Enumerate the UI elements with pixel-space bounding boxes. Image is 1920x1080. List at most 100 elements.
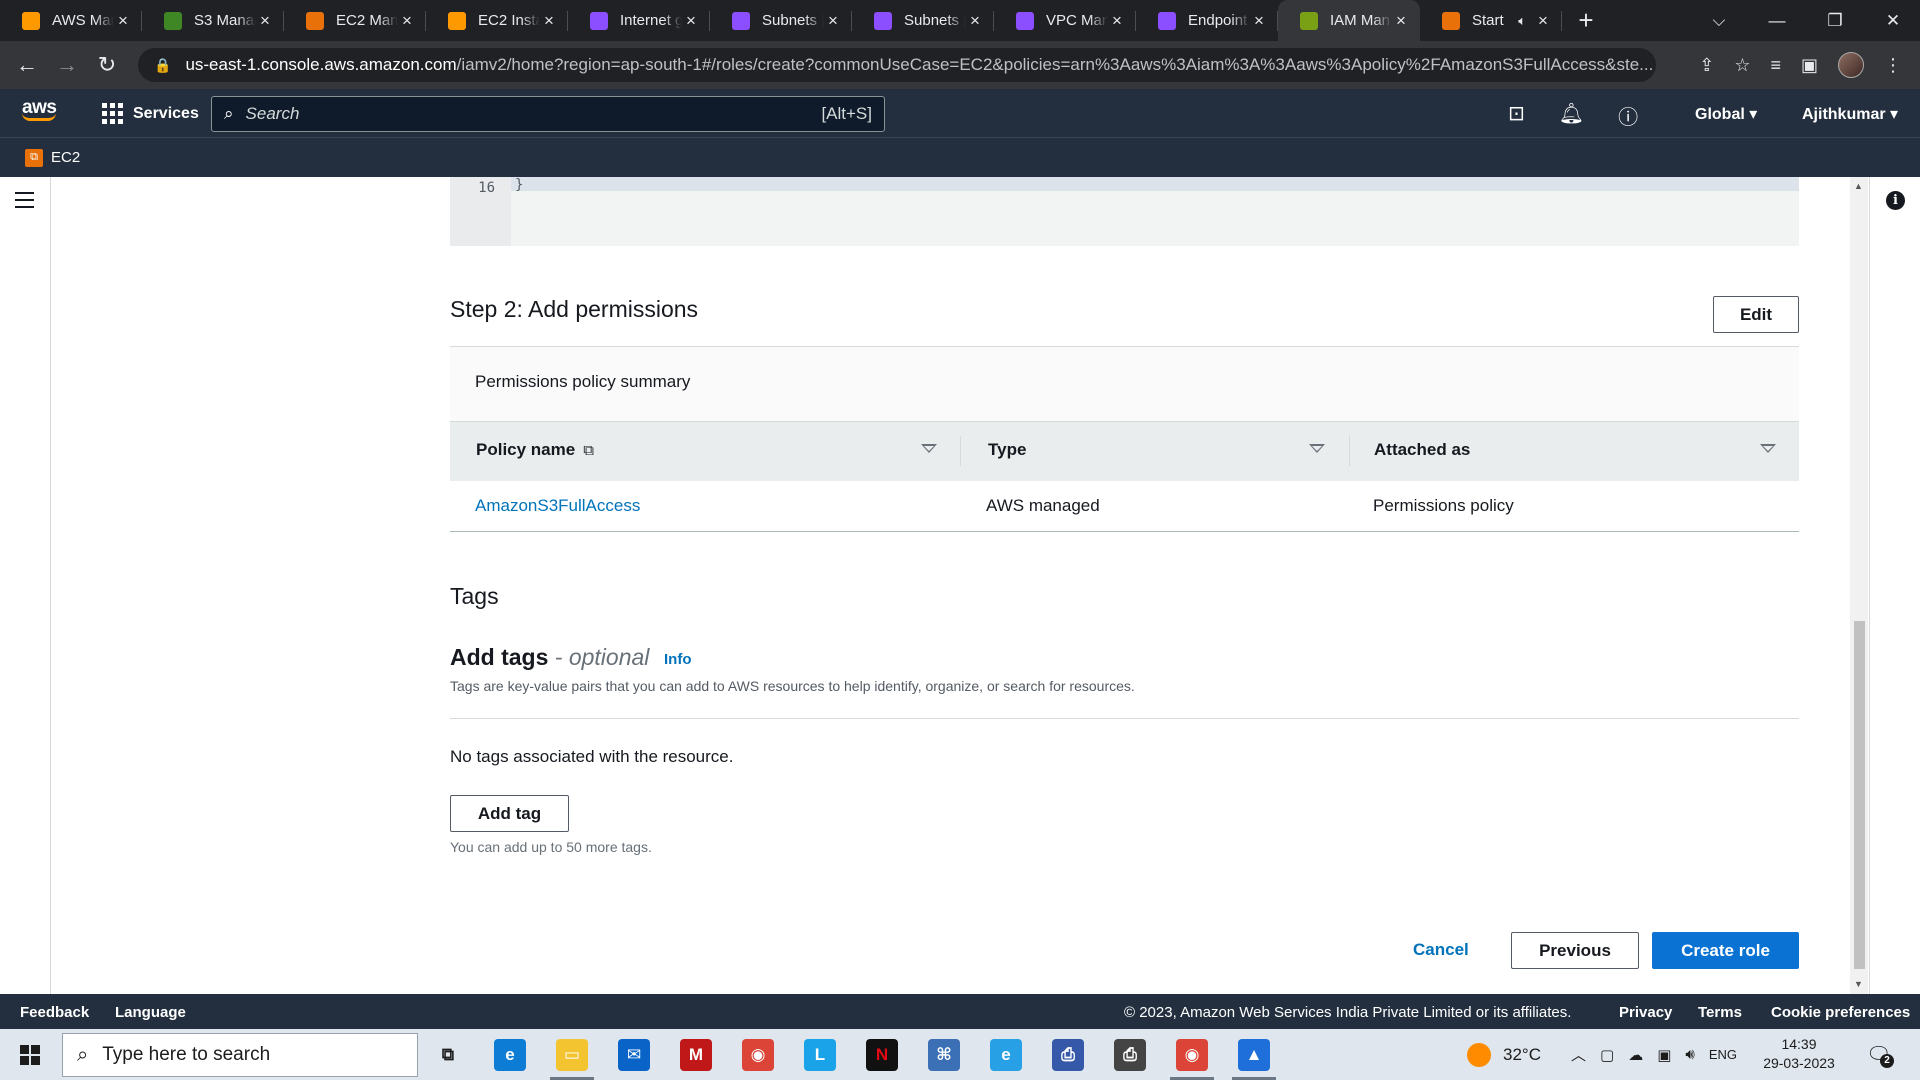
browser-tab[interactable]: Endpoint × <box>1136 0 1278 41</box>
network-app-icon[interactable]: ⌘ <box>928 1039 960 1071</box>
close-tab-icon[interactable]: × <box>114 11 132 31</box>
tags-info-link[interactable]: Info <box>664 651 692 668</box>
browser-tab[interactable]: VPC Man × <box>994 0 1136 41</box>
close-tab-icon[interactable]: × <box>682 11 700 31</box>
close-tab-icon[interactable]: × <box>1392 11 1410 31</box>
network-icon[interactable]: ☁ <box>1628 1046 1643 1064</box>
column-header-attached-as[interactable]: Attached as <box>1374 440 1470 460</box>
close-window-button[interactable]: ✕ <box>1864 11 1920 31</box>
input-language[interactable]: ENG <box>1709 1047 1737 1062</box>
notification-center-icon[interactable]: 🗨︎ 2 <box>1866 1042 1894 1068</box>
notifications-bell-icon[interactable]: 🔔︎ <box>1559 101 1584 130</box>
netflix-icon[interactable]: N <box>866 1039 898 1071</box>
taskbar-search-input[interactable]: ⌕ Type here to search <box>62 1033 418 1077</box>
terms-link[interactable]: Terms <box>1698 1004 1742 1021</box>
close-tab-icon[interactable]: × <box>540 11 558 31</box>
browser-tab[interactable]: Start 🔈︎ × <box>1420 0 1562 41</box>
sort-caret-icon[interactable] <box>1760 444 1776 453</box>
close-tab-icon[interactable]: × <box>1250 11 1268 31</box>
device-icon[interactable]: ▢ <box>1600 1046 1614 1064</box>
weather-widget[interactable]: 32°C <box>1467 1029 1541 1080</box>
close-tab-icon[interactable]: × <box>824 11 842 31</box>
side-panel-icon[interactable]: ▣ <box>1801 55 1818 76</box>
policy-name-link[interactable]: AmazonS3FullAccess <box>475 496 640 516</box>
mcafee-icon[interactable]: M <box>680 1039 712 1071</box>
edge-icon[interactable]: e <box>494 1039 526 1071</box>
close-tab-icon[interactable]: × <box>1108 11 1126 31</box>
url-field[interactable]: 🔒 us-east-1.console.aws.amazon.com/iamv2… <box>138 48 1656 82</box>
display-icon[interactable]: ▣ <box>1657 1046 1671 1064</box>
sort-caret-icon[interactable] <box>1309 444 1325 453</box>
close-tab-icon[interactable]: × <box>966 11 984 31</box>
back-icon[interactable]: ← <box>7 52 47 78</box>
windows-start-icon[interactable] <box>20 1045 40 1065</box>
column-header-type[interactable]: Type <box>988 440 1026 460</box>
policy-json-editor[interactable]: 16 } <box>450 177 1799 246</box>
task-view-icon[interactable]: ⧉ <box>432 1039 464 1071</box>
reading-list-icon[interactable]: ≡ <box>1770 55 1781 76</box>
page-scrollbar[interactable]: ▲ ▼ <box>1850 177 1868 994</box>
restore-button[interactable]: ❐ <box>1806 11 1864 31</box>
cancel-button[interactable]: Cancel <box>1413 940 1469 960</box>
printer-app-icon[interactable]: ⎙ <box>1114 1039 1146 1071</box>
share-icon[interactable]: ⇪ <box>1699 55 1714 76</box>
tab-audio-icon[interactable]: 🔈︎ <box>1518 13 1526 29</box>
close-tab-icon[interactable]: × <box>1534 11 1552 31</box>
scroll-down-icon[interactable]: ▼ <box>1854 979 1863 989</box>
chrome-profile-icon[interactable]: ◉ <box>1170 1039 1214 1080</box>
reload-icon[interactable]: ↻ <box>87 52 127 78</box>
column-divider[interactable] <box>1349 436 1350 466</box>
tab-search-icon[interactable]: ⌵ <box>1690 11 1748 31</box>
minimize-button[interactable]: — <box>1748 11 1806 31</box>
create-role-button[interactable]: Create role <box>1652 932 1799 969</box>
cookie-preferences-link[interactable]: Cookie preferences <box>1771 1004 1910 1021</box>
hamburger-menu-icon[interactable] <box>15 192 34 213</box>
browser-tab[interactable]: Subnets | × <box>852 0 994 41</box>
internet-explorer-icon[interactable]: e <box>990 1039 1022 1071</box>
profile-avatar[interactable] <box>1838 52 1864 78</box>
aws-logo[interactable]: aws <box>22 97 57 121</box>
browser-tab[interactable]: Internet g × <box>568 0 710 41</box>
browser-tab[interactable]: EC2 Insta × <box>426 0 568 41</box>
new-tab-button[interactable]: + <box>1566 5 1606 36</box>
file-explorer-icon[interactable]: ▭ <box>550 1039 594 1080</box>
browser-tab[interactable]: EC2 Mana× <box>284 0 426 41</box>
system-clock[interactable]: 14:39 29-03-2023 <box>1758 1035 1840 1073</box>
sort-caret-icon[interactable] <box>921 444 937 453</box>
volume-icon[interactable]: 🔊︎ <box>1685 1046 1694 1063</box>
browser-tab[interactable]: AWS Man × <box>0 0 142 41</box>
services-menu[interactable]: Services <box>102 103 199 124</box>
scanner-app-icon[interactable]: ⎙ <box>1052 1039 1084 1071</box>
scrollbar-thumb[interactable] <box>1854 621 1865 969</box>
chevron-up-icon[interactable]: ︿ <box>1571 1044 1586 1065</box>
browser-tab[interactable]: Subnets | × <box>710 0 852 41</box>
close-tab-icon[interactable]: × <box>256 11 274 31</box>
column-divider[interactable] <box>960 436 961 466</box>
browser-menu-icon[interactable]: ⋮ <box>1884 55 1902 76</box>
previous-button[interactable]: Previous <box>1511 932 1639 969</box>
info-panel-icon[interactable]: i <box>1886 191 1905 210</box>
lock-icon[interactable]: 🔒 <box>154 57 171 74</box>
region-selector[interactable]: Global ▾ <box>1695 104 1757 124</box>
bookmark-star-icon[interactable]: ☆ <box>1734 55 1750 76</box>
column-header-policy-name[interactable]: Policy name ⧉ <box>476 440 594 460</box>
browser-tab[interactable]: S3 Manag × <box>142 0 284 41</box>
close-tab-icon[interactable]: × <box>398 11 416 31</box>
cloudshell-icon[interactable]: ⊡ <box>1508 101 1525 130</box>
account-menu[interactable]: Ajithkumar ▾ <box>1802 104 1898 124</box>
l-app-icon[interactable]: L <box>804 1039 836 1071</box>
feedback-link[interactable]: Feedback <box>20 1004 89 1021</box>
chrome-icon[interactable]: ◉ <box>742 1039 774 1071</box>
scroll-up-icon[interactable]: ▲ <box>1854 181 1863 191</box>
favorite-ec2-link[interactable]: EC2 <box>51 149 80 166</box>
photos-icon[interactable]: ▲ <box>1232 1039 1276 1080</box>
edit-button[interactable]: Edit <box>1713 296 1799 333</box>
browser-tab[interactable]: IAM Man × <box>1278 0 1420 41</box>
help-icon[interactable]: ⓘ <box>1618 101 1638 130</box>
language-link[interactable]: Language <box>115 1004 186 1021</box>
forward-icon[interactable]: → <box>47 52 87 78</box>
aws-search-input[interactable]: ⌕ Search [Alt+S] <box>211 96 885 132</box>
add-tag-button[interactable]: Add tag <box>450 795 569 832</box>
mail-icon[interactable]: ✉ <box>618 1039 650 1071</box>
privacy-link[interactable]: Privacy <box>1619 1004 1672 1021</box>
